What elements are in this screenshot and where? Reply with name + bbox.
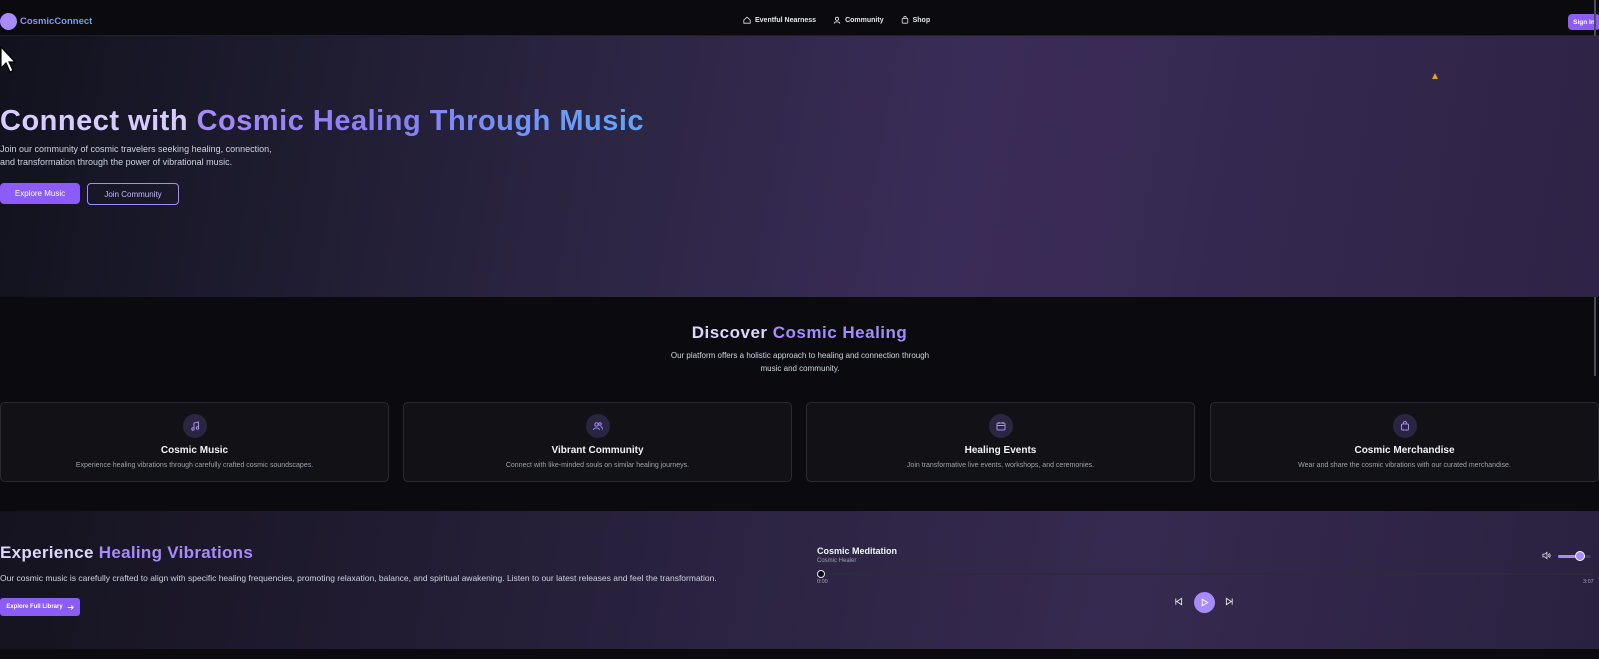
music-title: Experience Healing Vibrations [0,543,253,563]
explore-music-button[interactable]: Explore Music [0,183,80,204]
shopping-bag-icon [1392,414,1417,438]
logo-icon [0,13,17,30]
track-artist: Cosmic Healer [817,558,857,564]
feature-card-merchandise[interactable]: Cosmic Merchandise Wear and share the co… [1210,402,1599,482]
logo-text: CosmicConnect [20,16,93,27]
hero-title-plain: Connect with [0,105,197,137]
feature-card-music[interactable]: Cosmic Music Experience healing vibratio… [0,402,389,482]
music-section: Experience Healing Vibrations Our cosmic… [0,511,1599,649]
play-icon [1201,598,1209,607]
discover-description-line: music and community. [760,364,840,373]
discover-description-line: Our platform offers a holistic approach … [670,351,930,360]
volume-knob[interactable] [1575,551,1585,561]
nav-link-shop[interactable]: Shop [901,16,931,24]
hero-description: Join our community of cosmic travelers s… [0,143,300,169]
nav-links: Eventful Nearness Community Shop [743,16,930,24]
discover-title-accent: Cosmic Healing [772,323,908,342]
hero-description-line: and transformation through the power of … [0,157,233,167]
explore-library-label: Explore Full Library [6,604,63,610]
progress-bar[interactable] [817,573,1593,575]
discover-title-plain: Discover [691,323,773,342]
top-navbar: CosmicConnect Eventful Nearness Communit… [0,0,1599,36]
current-time: 0:00 [817,579,828,585]
nav-link-label: Shop [912,16,931,24]
duration: 3:07 [1583,579,1594,585]
mouse-cursor-icon [0,46,16,73]
arrow-right-icon [67,604,74,610]
music-title-accent: Healing Vibrations [98,543,254,562]
skip-back-icon[interactable] [1174,597,1183,606]
calendar-icon [988,414,1013,438]
triangle-decoration-icon [1432,73,1438,79]
hero-section: Connect with Cosmic Healing Through Musi… [0,36,1599,297]
feature-card-community[interactable]: Vibrant Community Connect with like-mind… [403,402,792,482]
discover-description: Our platform offers a holistic approach … [645,349,955,375]
hero-description-line: Join our community of cosmic travelers s… [0,144,272,154]
skip-forward-icon[interactable] [1225,597,1234,606]
user-icon [833,16,841,24]
card-description: Connect with like-minded souls on simila… [505,462,690,469]
play-button[interactable] [1194,592,1215,613]
volume-icon[interactable] [1542,551,1551,560]
card-title: Healing Events [964,445,1037,456]
hero-title: Connect with Cosmic Healing Through Musi… [0,105,644,138]
shopping-bag-icon [901,16,908,24]
card-title: Cosmic Merchandise [1354,445,1455,456]
hero-title-gradient: Cosmic Healing Through Music [196,105,645,137]
card-description: Join transformative live events, worksho… [906,462,1095,469]
join-community-button[interactable]: Join Community [87,183,179,205]
nav-link-label: Community [845,16,884,24]
card-description: Experience healing vibrations through ca… [75,462,314,469]
music-note-icon [182,414,207,438]
progress-knob[interactable] [817,570,825,578]
feature-card-events[interactable]: Healing Events Join transformative live … [806,402,1195,482]
track-title: Cosmic Meditation [817,546,898,556]
logo[interactable]: CosmicConnect [0,13,92,30]
nav-link-community[interactable]: Community [833,16,884,24]
card-title: Vibrant Community [551,445,644,456]
card-description: Wear and share the cosmic vibrations wit… [1298,462,1511,469]
home-icon [743,16,751,24]
nav-link-eventful-nearness[interactable]: Eventful Nearness [743,16,816,24]
explore-library-button[interactable]: Explore Full Library [0,598,80,616]
users-icon [585,414,610,438]
music-description: Our cosmic music is carefully crafted to… [0,573,717,583]
discover-title: Discover Cosmic Healing [0,323,1599,343]
nav-link-label: Eventful Nearness [755,16,817,24]
card-title: Cosmic Music [160,445,229,456]
music-title-plain: Experience [0,543,99,562]
